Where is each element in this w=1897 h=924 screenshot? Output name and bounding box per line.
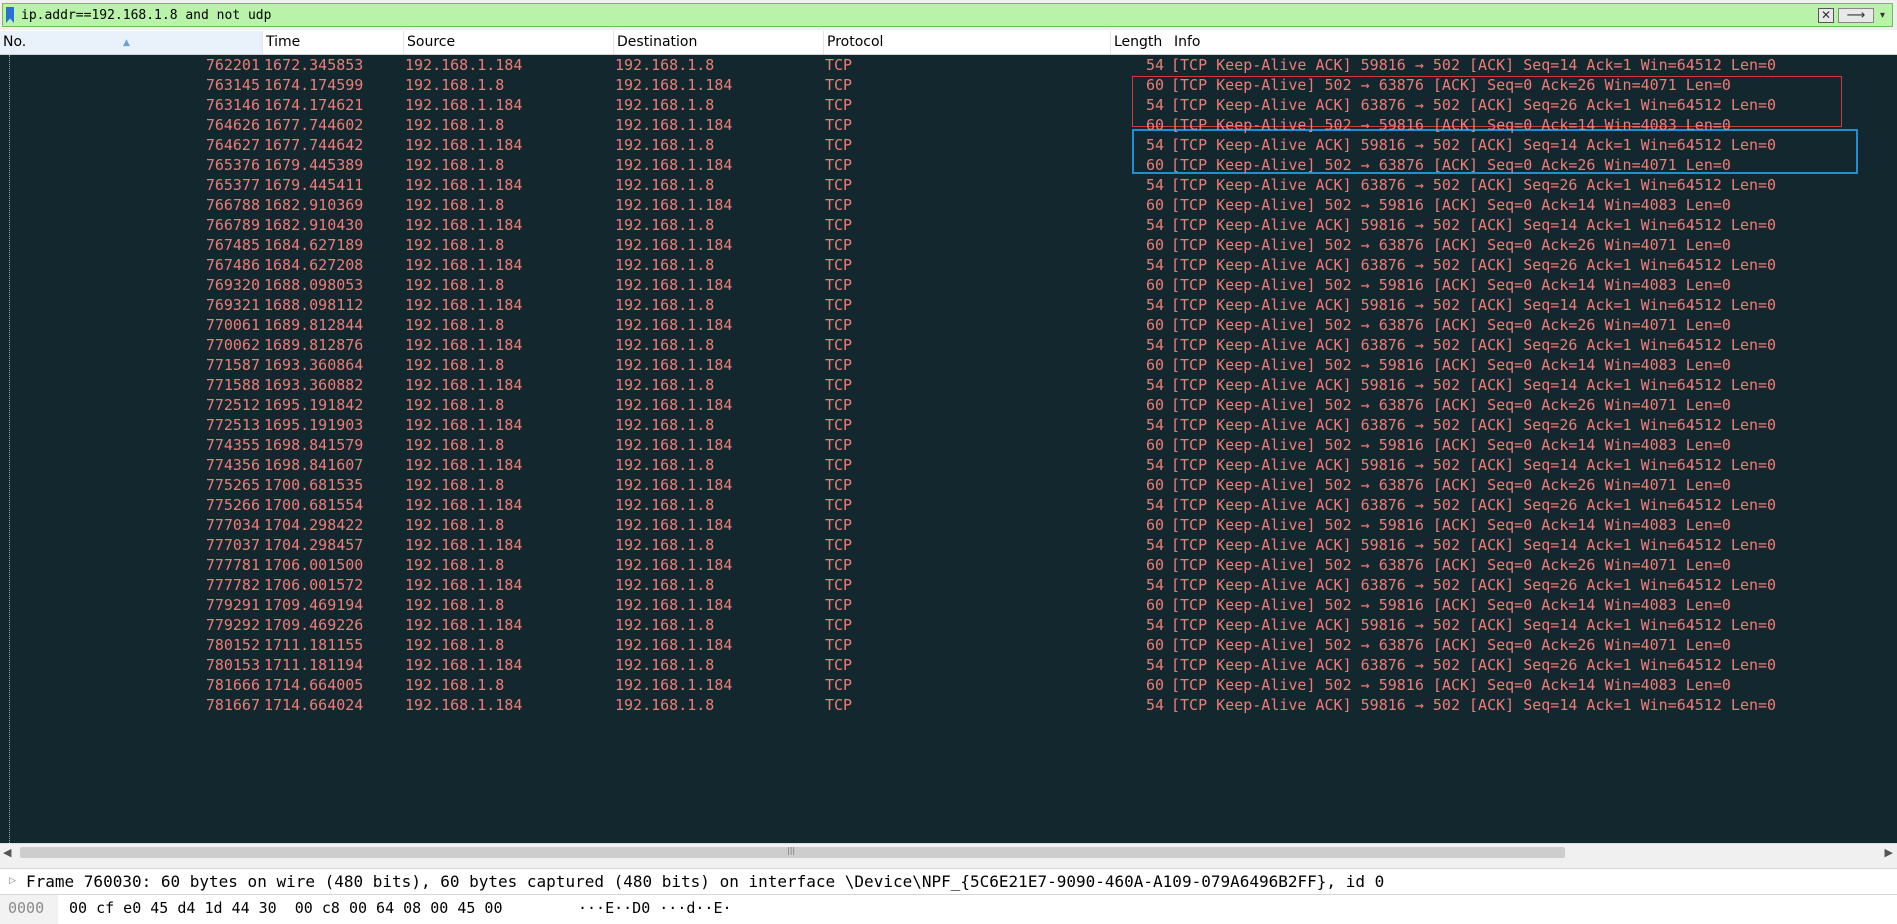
column-header-length[interactable]: Length bbox=[1111, 31, 1171, 54]
packet-time: 1714.664024 bbox=[264, 696, 364, 714]
frame-summary[interactable]: Frame 760030: 60 bytes on wire (480 bits… bbox=[26, 872, 1384, 892]
bytes-offset: 0000 bbox=[8, 899, 45, 917]
packet-no: 781667 bbox=[205, 696, 260, 714]
packet-list[interactable]: 762201 1672.345853 192.168.1.184 192.168.1.… bbox=[0, 55, 1897, 843]
column-header-no[interactable]: No. ▲ bbox=[0, 31, 263, 54]
scrollbar-grip-icon: ||| bbox=[787, 846, 796, 855]
display-filter-text[interactable]: ip.addr==192.168.1.8 and not udp bbox=[21, 8, 271, 23]
horizontal-scrollbar[interactable]: ◀ ||| ▶ bbox=[0, 843, 1897, 861]
filter-history-dropdown-icon[interactable]: ▾ bbox=[1876, 8, 1889, 23]
scroll-left-icon[interactable]: ◀ bbox=[3, 846, 11, 859]
packet-destination: 192.168.1.8 bbox=[615, 696, 715, 714]
column-header-info[interactable]: Info bbox=[1171, 31, 1897, 54]
packet-length: 54 bbox=[1145, 696, 1164, 714]
packet-row[interactable]: 781667 1714.664024 192.168.1.184 192.168.1.… bbox=[0, 693, 1897, 717]
sort-ascending-icon: ▲ bbox=[123, 38, 130, 48]
bytes-hex[interactable]: 00 cf e0 45 d4 1d 44 30 00 c8 00 64 08 0… bbox=[69, 899, 502, 917]
apply-filter-icon[interactable]: ⟶ bbox=[1838, 8, 1874, 23]
column-header-no-label: No. bbox=[3, 34, 27, 50]
column-header-protocol[interactable]: Protocol bbox=[824, 31, 1111, 54]
packet-details-pane: ▷ Frame 760030: 60 bytes on wire (480 bi… bbox=[0, 869, 1897, 895]
clear-filter-icon[interactable]: ✕ bbox=[1818, 8, 1834, 23]
packet-bytes-pane: 0000 00 cf e0 45 d4 1d 44 30 00 c8 00 64… bbox=[0, 895, 1897, 924]
bytes-ascii[interactable]: ···E··D0 ···d··E· bbox=[578, 899, 732, 917]
packet-info: [TCP Keep-Alive ACK] 59816 → 502 [ACK] S… bbox=[1171, 696, 1777, 714]
scroll-right-icon[interactable]: ▶ bbox=[1885, 846, 1893, 859]
packet-protocol: TCP bbox=[825, 696, 853, 714]
column-header-source[interactable]: Source bbox=[404, 31, 614, 54]
packet-source: 192.168.1.184 bbox=[405, 696, 523, 714]
display-filter-input[interactable]: ip.addr==192.168.1.8 and not udp ✕ ⟶ ▾ bbox=[2, 3, 1893, 27]
display-filter-toolbar: ip.addr==192.168.1.8 and not udp ✕ ⟶ ▾ bbox=[0, 0, 1897, 30]
column-header-time[interactable]: Time bbox=[263, 31, 404, 54]
column-header-destination[interactable]: Destination bbox=[614, 31, 824, 54]
packet-list-header: No. ▲ Time Source Destination Protocol L… bbox=[0, 31, 1897, 55]
expand-arrow-icon[interactable]: ▷ bbox=[9, 876, 16, 886]
bookmark-icon[interactable] bbox=[6, 7, 14, 23]
pane-splitter[interactable] bbox=[0, 861, 1897, 869]
